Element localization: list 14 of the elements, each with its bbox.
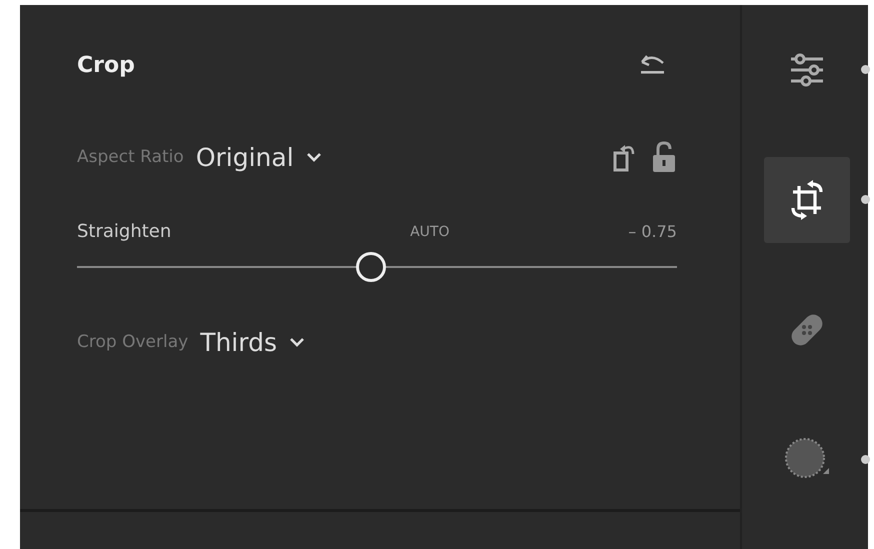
straighten-label: Straighten [77,221,172,242]
crop-overlay-label: Crop Overlay [77,332,188,352]
crop-tool[interactable] [764,157,850,243]
straighten-value: – 0.75 [628,222,677,241]
aspect-ratio-label: Aspect Ratio [77,147,184,167]
panel-title: Crop [77,52,135,78]
straighten-slider[interactable] [77,252,677,282]
unlock-icon[interactable] [651,140,677,174]
caret-icon [306,152,322,162]
auto-button[interactable]: AUTO [410,224,450,240]
caret-icon [288,337,305,347]
aspect-ratio-dropdown[interactable]: Original [196,142,322,172]
crop-overlay-dropdown[interactable]: Thirds [200,328,305,356]
slider-thumb[interactable] [356,252,386,282]
